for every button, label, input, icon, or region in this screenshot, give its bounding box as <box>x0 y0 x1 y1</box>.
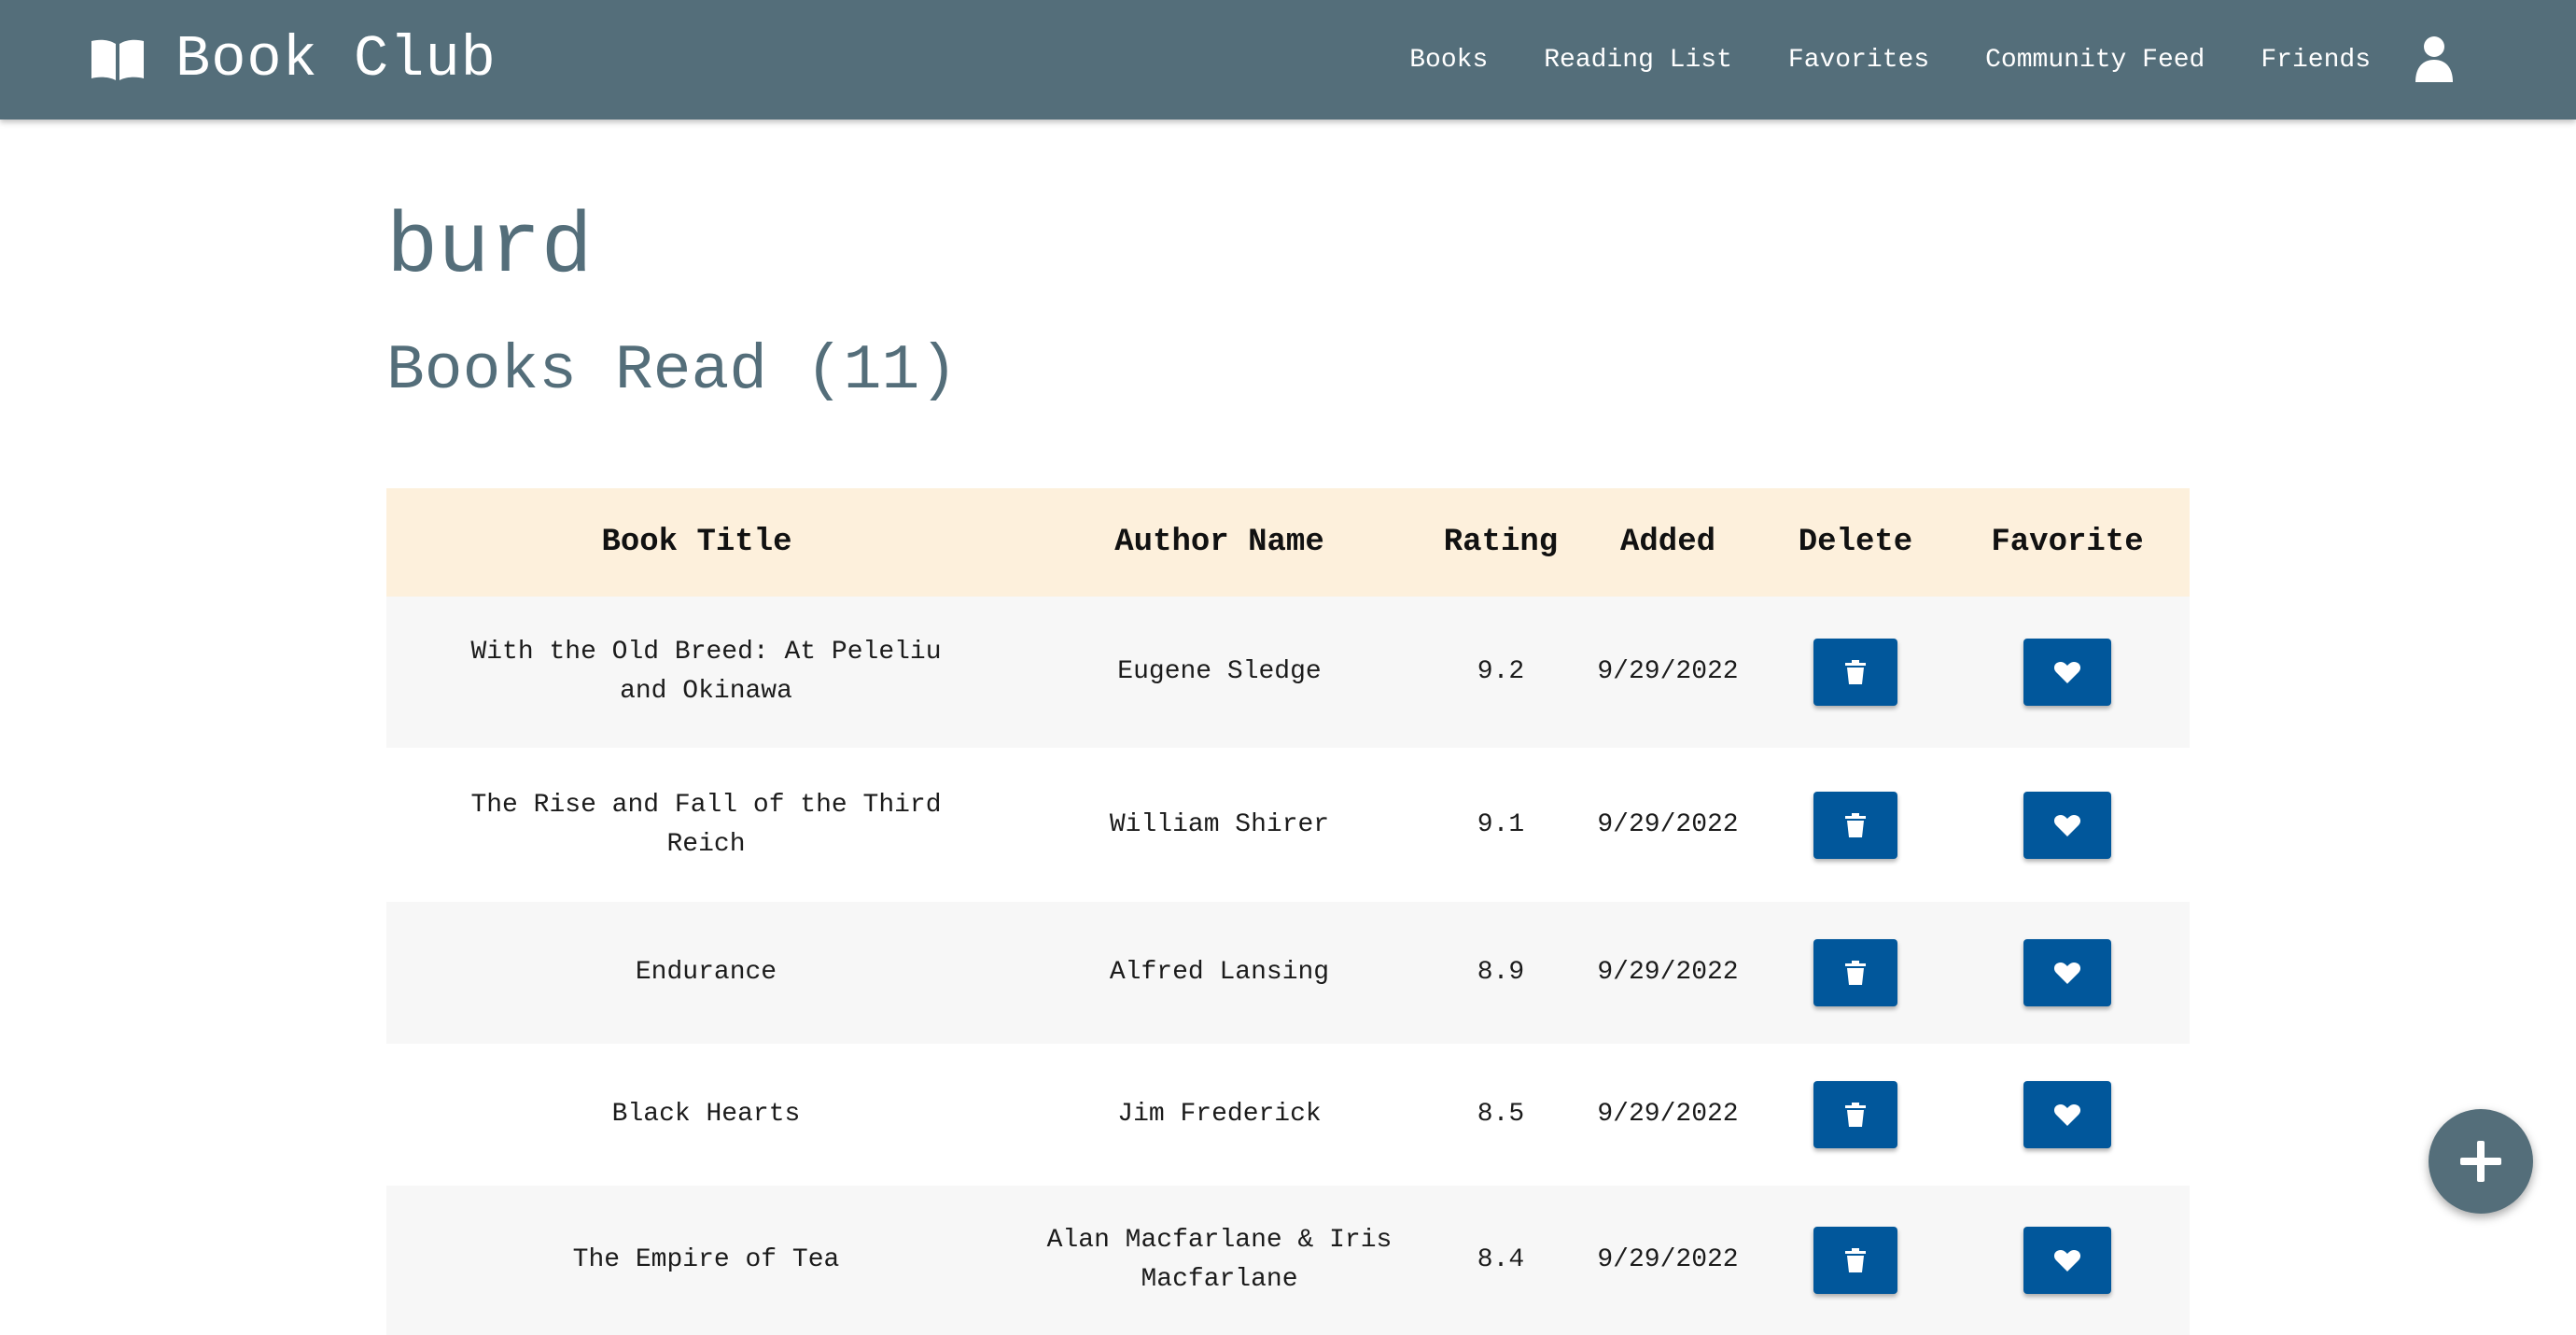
heart-icon <box>2054 1104 2080 1126</box>
header-delete: Delete <box>1798 525 1913 560</box>
favorite-button[interactable] <box>2023 939 2111 1006</box>
favorite-button[interactable] <box>2023 1227 2111 1294</box>
nav-item-friends[interactable]: Friends <box>2261 46 2371 75</box>
book-title-cell: Endurance <box>635 958 777 987</box>
delete-cell <box>1766 597 1945 748</box>
book-title-cell: With the Old Breed: At Peleliu and Okina… <box>470 638 942 706</box>
top-navbar: Book Club Books Reading List Favorites C… <box>0 0 2576 119</box>
trash-icon <box>1845 812 1866 837</box>
favorite-cell <box>1945 748 2190 902</box>
books-read-table: Book Title Author Name Rating Added Dele… <box>386 488 2190 1335</box>
rating-cell: 8.5 <box>1477 1100 1525 1129</box>
delete-button[interactable] <box>1813 791 1897 859</box>
header-rating: Rating <box>1443 525 1559 560</box>
brand-link[interactable]: Book Club <box>90 24 497 95</box>
favorite-cell <box>1945 902 2190 1044</box>
table-row: The Rise and Fall of the Third Reich Wil… <box>386 748 2190 902</box>
add-book-button[interactable] <box>2429 1109 2533 1214</box>
nav-item-favorites[interactable]: Favorites <box>1788 46 1929 75</box>
heart-icon <box>2054 963 2080 984</box>
added-cell: 9/29/2022 <box>1597 657 1739 686</box>
app-title: Book Club <box>175 26 497 92</box>
favorite-cell <box>1945 1044 2190 1186</box>
table-row: Black Hearts Jim Frederick 8.5 9/29/2022 <box>386 1044 2190 1186</box>
book-title-cell: The Rise and Fall of the Third Reich <box>470 790 942 859</box>
book-title-cell: Black Hearts <box>611 1100 801 1129</box>
author-cell: Alan Macfarlane & Iris Macfarlane <box>1046 1226 1393 1294</box>
user-icon[interactable] <box>2414 35 2455 82</box>
delete-cell <box>1766 902 1945 1044</box>
rating-cell: 9.2 <box>1477 657 1525 686</box>
table-row: Endurance Alfred Lansing 8.9 9/29/2022 <box>386 902 2190 1044</box>
header-book-title: Book Title <box>601 525 792 560</box>
delete-button[interactable] <box>1813 639 1897 706</box>
favorite-cell <box>1945 597 2190 748</box>
delete-cell <box>1766 1044 1945 1186</box>
profile-username: burd <box>386 199 593 297</box>
trash-icon <box>1845 961 1866 985</box>
favorite-cell <box>1945 1186 2190 1335</box>
author-cell: Jim Frederick <box>1117 1100 1322 1129</box>
delete-button[interactable] <box>1813 1227 1897 1294</box>
trash-icon <box>1845 1248 1866 1272</box>
books-read-heading: Books Read (11) <box>386 335 959 407</box>
author-cell: Eugene Sledge <box>1117 657 1322 686</box>
table-row: With the Old Breed: At Peleliu and Okina… <box>386 597 2190 748</box>
delete-button[interactable] <box>1813 1081 1897 1148</box>
open-book-icon <box>91 39 144 80</box>
favorite-button[interactable] <box>2023 1081 2111 1148</box>
rating-cell: 9.1 <box>1477 809 1525 839</box>
nav-item-books[interactable]: Books <box>1409 46 1488 75</box>
author-cell: William Shirer <box>1109 809 1330 839</box>
nav-item-community-feed[interactable]: Community Feed <box>1985 46 2205 75</box>
header-added: Added <box>1619 525 1716 560</box>
author-cell: Alfred Lansing <box>1109 958 1330 987</box>
nav-links: Books Reading List Favorites Community F… <box>1353 0 2371 119</box>
added-cell: 9/29/2022 <box>1597 1245 1739 1274</box>
added-cell: 9/29/2022 <box>1597 1100 1739 1129</box>
heart-icon <box>2054 814 2080 836</box>
added-cell: 9/29/2022 <box>1597 809 1739 839</box>
delete-button[interactable] <box>1813 939 1897 1006</box>
table-row: The Empire of Tea Alan Macfarlane & Iris… <box>386 1186 2190 1335</box>
heart-icon <box>2054 662 2080 683</box>
book-title-cell: The Empire of Tea <box>572 1245 840 1274</box>
trash-icon <box>1845 1103 1866 1127</box>
main-content: burd Books Read (11) Book Title Author N… <box>386 119 2190 1335</box>
rating-cell: 8.9 <box>1477 958 1525 987</box>
plus-icon <box>2460 1141 2501 1182</box>
header-author-name: Author Name <box>1114 525 1324 560</box>
added-cell: 9/29/2022 <box>1597 958 1739 987</box>
trash-icon <box>1845 660 1866 684</box>
delete-cell <box>1766 748 1945 902</box>
rating-cell: 8.4 <box>1477 1245 1525 1274</box>
delete-cell <box>1766 1186 1945 1335</box>
nav-item-reading-list[interactable]: Reading List <box>1544 46 1732 75</box>
favorite-button[interactable] <box>2023 639 2111 706</box>
heart-icon <box>2054 1250 2080 1272</box>
table-header-row: Book Title Author Name Rating Added Dele… <box>386 488 2190 597</box>
header-favorite: Favorite <box>1991 525 2144 560</box>
favorite-button[interactable] <box>2023 791 2111 859</box>
